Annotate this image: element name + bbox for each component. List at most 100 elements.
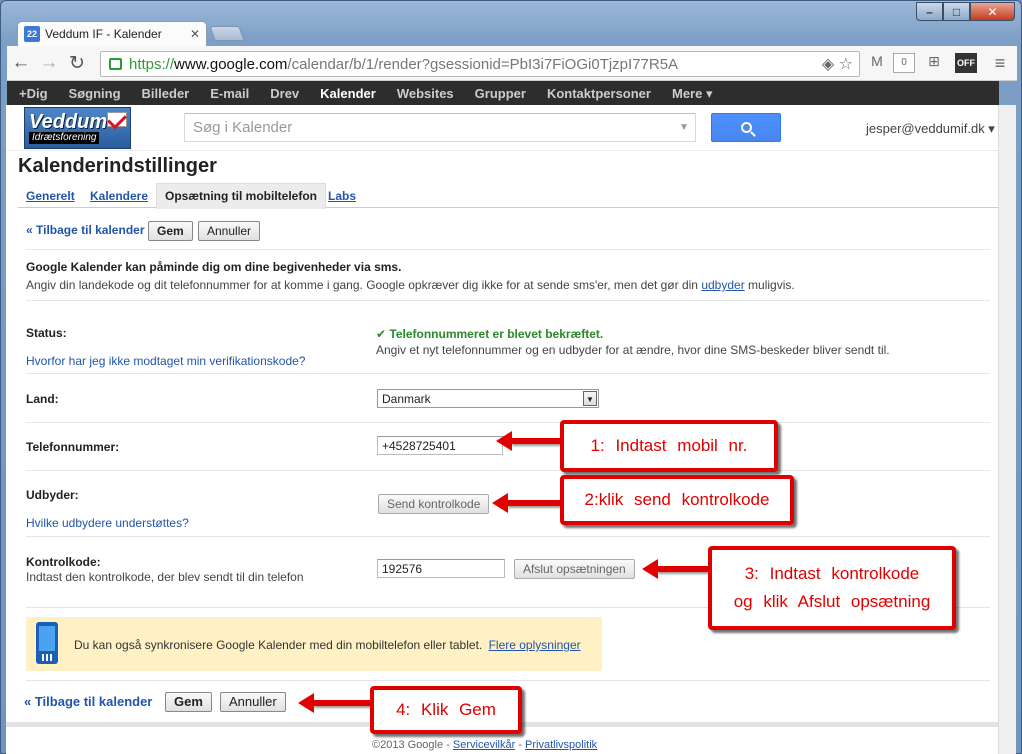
search-placeholder: Søg i Kalender [193, 119, 293, 136]
tab-general[interactable]: Generelt [26, 189, 75, 203]
annotation-arrow-4 [298, 693, 374, 713]
gbar-item-dig[interactable]: +Dig [19, 86, 48, 101]
google-plus-extension-icon[interactable]: ⊞ [923, 53, 945, 73]
tab-title: Veddum IF - Kalender [45, 27, 162, 41]
annotation-arrow-3 [642, 559, 714, 579]
annotation-step-4: 4: Klik Gem [370, 686, 522, 734]
search-button[interactable] [711, 113, 781, 142]
intro-title: Google Kalender kan påminde dig om dine … [26, 260, 402, 274]
country-value: Danmark [382, 392, 431, 406]
annotation-step-3-line-1: 3: Indtast kontrolkode [744, 564, 920, 583]
close-window-icon[interactable]: ✕ [970, 2, 1015, 21]
gbar-item-websites[interactable]: Websites [397, 86, 454, 101]
counter-extension-icon[interactable]: 0 [893, 53, 915, 73]
country-select[interactable]: Danmark ▼ [377, 389, 599, 408]
page-scrollbar[interactable] [998, 105, 1016, 754]
menu-icon[interactable]: ≡ [989, 53, 1011, 73]
supported-carriers-link[interactable]: Hvilke udbydere understøttes? [26, 516, 189, 530]
annotation-step-1: 1: Indtast mobil nr. [560, 420, 778, 472]
sync-banner: Du kan også synkronisere Google Kalender… [26, 617, 602, 671]
send-code-button[interactable]: Send kontrolkode [378, 494, 490, 514]
browser-tab[interactable]: 22 Veddum IF - Kalender ✕ [17, 21, 207, 46]
tab-calendars[interactable]: Kalendere [90, 189, 148, 203]
gbar-item-email[interactable]: E-mail [210, 86, 249, 101]
phone-input[interactable]: +4528725401 [377, 436, 503, 455]
google-bar: +Dig Søgning Billeder E-mail Drev Kalend… [7, 81, 999, 106]
cancel-button-top[interactable]: Annuller [198, 221, 261, 241]
terms-link[interactable]: Servicevilkår [453, 739, 515, 751]
gbar-item-contacts[interactable]: Kontaktpersoner [547, 86, 651, 101]
url-scheme: https:// [129, 55, 175, 73]
finish-setup-button[interactable]: Afslut opsætningen [514, 559, 635, 579]
code-label: Kontrolkode: [26, 555, 101, 569]
intro-text-body: Angiv din landekode og dit telefonnummer… [26, 278, 698, 292]
gbar-item-more[interactable]: Mere ▾ [672, 86, 713, 102]
forward-arrow-icon[interactable]: → [35, 52, 63, 74]
phone-label: Telefonnummer: [26, 440, 120, 454]
back-to-calendar-link-bottom[interactable]: « Tilbage til kalender [24, 694, 152, 709]
back-arrow-icon[interactable]: ← [7, 52, 35, 74]
annotation-step-2: 2:klik send kontrolkode [560, 475, 794, 525]
status-hint: Angiv et nyt telefonnummer og en udbyder… [376, 343, 890, 357]
footer-copyright: ©2013 Google - [372, 739, 450, 751]
mobile-phone-icon [36, 622, 58, 664]
intro-text-end: muligvis. [748, 278, 795, 292]
browser-toolbar: ← → ↻ https://www.google.com/calendar/b/… [7, 46, 1017, 81]
url-path: /calendar/b/1/render?gsessionid=PbI3i7Fi… [287, 55, 679, 73]
logo-sub-text: Idrætsforening [29, 132, 100, 144]
search-icon [740, 122, 752, 133]
privacy-link[interactable]: Privatlivspolitik [525, 739, 597, 751]
check-icon: ✔ [376, 327, 387, 341]
new-tab-button[interactable] [209, 26, 245, 41]
code-input[interactable]: 192576 [377, 559, 505, 578]
divider [26, 300, 990, 301]
tab-mobile-setup[interactable]: Opsætning til mobiltelefon [156, 183, 326, 209]
footer-separator: - [518, 739, 522, 751]
page-title: Kalenderindstillinger [18, 155, 217, 177]
country-label: Land: [26, 392, 59, 406]
status-label: Status: [26, 326, 67, 340]
gbar-item-search[interactable]: Søgning [69, 86, 121, 101]
address-bar[interactable]: https://www.google.com/calendar/b/1/rend… [100, 51, 860, 77]
settings-tabs: Generelt Kalendere Opsætning til mobilte… [18, 183, 998, 209]
tab-close-icon[interactable]: ✕ [190, 27, 200, 41]
more-info-link[interactable]: Flere oplysninger [489, 638, 581, 652]
chevron-down-icon: ▼ [583, 391, 597, 406]
footer: ©2013 Google - Servicevilkår - Privatliv… [372, 739, 597, 751]
account-menu[interactable]: jesper@veddumif.dk ▾ [866, 121, 995, 137]
gbar-item-groups[interactable]: Grupper [475, 86, 526, 101]
intro-text: Angiv din landekode og dit telefonnummer… [26, 278, 795, 292]
maximize-icon[interactable]: □ [943, 2, 970, 21]
veddum-logo[interactable]: Veddum Idrætsforening [24, 107, 131, 149]
save-button-bottom[interactable]: Gem [165, 692, 212, 712]
annotation-step-3: 3: Indtast kontrolkode og klik Afslut op… [708, 546, 956, 630]
mail-logo-icon [107, 112, 127, 127]
calendar-favicon-icon: 22 [24, 26, 40, 42]
save-button-top[interactable]: Gem [148, 221, 193, 241]
bookmark-star-icon[interactable]: ◈ ☆ [822, 54, 853, 74]
minimize-icon[interactable]: – [916, 2, 943, 21]
gmail-extension-icon[interactable]: M [866, 53, 888, 73]
verification-help-link[interactable]: Hvorfor har jeg ikke modtaget min verifi… [26, 354, 305, 368]
gbar-item-images[interactable]: Billeder [142, 86, 190, 101]
calendar-settings-page: Veddum Idrætsforening Søg i Kalender ▼ j… [6, 105, 998, 754]
carrier-link[interactable]: udbyder [701, 278, 744, 292]
cancel-button-bottom[interactable]: Annuller [220, 692, 286, 712]
off-extension-icon[interactable]: OFF [955, 53, 977, 73]
back-to-calendar-link-top[interactable]: « Tilbage til kalender [26, 223, 145, 237]
gbar-item-drive[interactable]: Drev [270, 86, 299, 101]
code-help: Indtast den kontrolkode, der blev sendt … [26, 570, 304, 584]
banner-text: Du kan også synkronisere Google Kalender… [74, 638, 483, 652]
divider [26, 536, 990, 537]
window-controls: – □ ✕ [916, 2, 1015, 21]
lock-icon [109, 58, 122, 70]
divider [26, 249, 990, 250]
divider [26, 422, 990, 423]
annotation-step-3-line-2: og klik Afslut opsætning [733, 592, 931, 611]
gbar-item-calendar[interactable]: Kalender [320, 86, 376, 101]
reload-icon[interactable]: ↻ [63, 52, 91, 75]
header-divider [6, 150, 998, 151]
search-dropdown-icon[interactable]: ▼ [679, 122, 689, 133]
calendar-search-input[interactable]: Søg i Kalender ▼ [184, 113, 696, 142]
tab-labs[interactable]: Labs [328, 189, 356, 203]
